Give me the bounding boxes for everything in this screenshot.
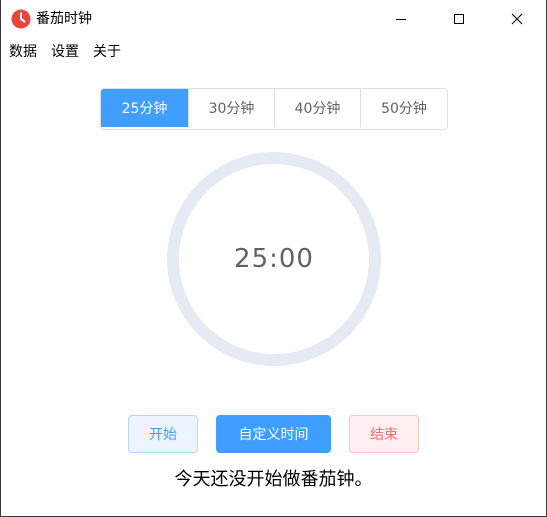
maximize-icon	[453, 13, 465, 25]
duration-selector: 25分钟 30分钟 40分钟 50分钟	[100, 88, 448, 130]
title-bar: 番茄时钟	[1, 0, 546, 38]
end-button[interactable]: 结束	[349, 415, 419, 453]
menu-item-about[interactable]: 关于	[86, 40, 128, 64]
custom-time-button[interactable]: 自定义时间	[216, 415, 331, 453]
menu-item-settings[interactable]: 设置	[44, 40, 86, 64]
timer-display: 25:00	[234, 244, 314, 274]
minimize-icon	[395, 13, 407, 25]
clock-icon	[11, 9, 31, 29]
duration-40-button[interactable]: 40分钟	[274, 89, 360, 127]
start-button[interactable]: 开始	[128, 415, 198, 453]
close-icon	[511, 13, 523, 25]
status-message: 今天还没开始做番茄钟。	[174, 469, 373, 490]
duration-25-button[interactable]: 25分钟	[101, 89, 188, 127]
close-button[interactable]	[488, 0, 546, 38]
menu-item-data[interactable]: 数据	[1, 40, 44, 64]
window-title: 番茄时钟	[36, 11, 92, 27]
duration-50-button[interactable]: 50分钟	[360, 89, 447, 127]
maximize-button[interactable]	[430, 0, 488, 38]
duration-30-button[interactable]: 30分钟	[188, 89, 274, 127]
timer-progress-ring: 25:00	[167, 152, 381, 366]
minimize-button[interactable]	[372, 0, 430, 38]
app-window: 番茄时钟 数据 设置 关于 25分钟 30分钟 40分钟 50分钟 25:00 …	[1, 0, 546, 516]
menu-bar: 数据 设置 关于	[1, 40, 128, 64]
